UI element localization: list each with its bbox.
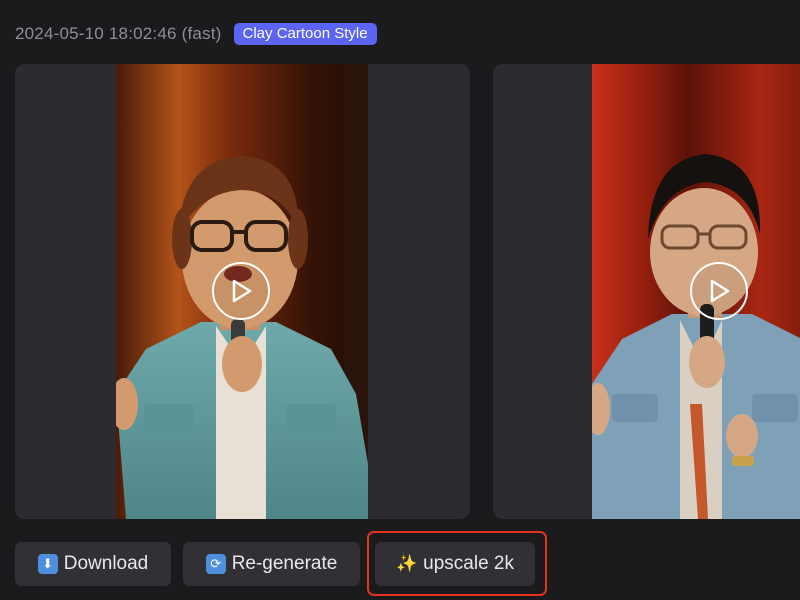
video-frame-clay[interactable] [116,64,368,519]
regenerate-button[interactable]: ⟳ Re-generate [183,542,360,586]
download-label: Download [63,553,149,574]
video-card-clay[interactable] [15,64,470,519]
regenerate-label: Re-generate [231,553,338,574]
result-header: 2024-05-10 18:02:46 (fast) Clay Cartoon … [15,22,377,46]
download-button[interactable]: ⬇ Download [15,542,171,586]
video-frame-original[interactable] [592,64,800,519]
timestamp: 2024-05-10 18:02:46 (fast) [15,24,222,43]
download-arrow-icon: ⬇ [37,554,58,574]
video-card-original[interactable] [493,64,800,519]
upscale-highlight-outline [367,531,547,596]
play-button-clay[interactable] [212,262,270,320]
refresh-icon: ⟳ [205,554,226,574]
play-button-original[interactable] [690,262,748,320]
style-badge: Clay Cartoon Style [233,23,377,45]
play-icon [232,279,252,303]
play-icon [710,279,730,303]
